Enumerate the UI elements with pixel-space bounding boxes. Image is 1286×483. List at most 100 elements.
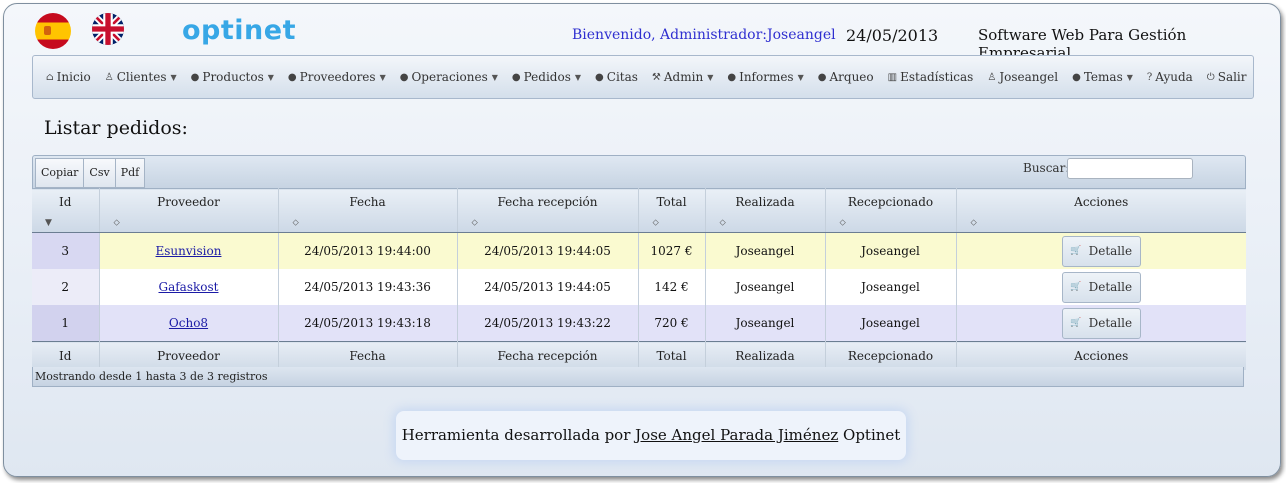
menu-item-label: Proveedores <box>299 70 376 84</box>
chart-icon: ▥ <box>887 71 898 83</box>
uk-flag-icon[interactable] <box>92 13 124 45</box>
menu-item-joseangel[interactable]: ♙ Joseangel <box>987 70 1058 84</box>
footer-header-proveedor: Proveedor <box>99 341 279 370</box>
pdf-button[interactable]: Pdf <box>114 158 146 188</box>
cell-acciones: 🛒 Detalle <box>956 305 1246 342</box>
user-icon: ♙ <box>987 71 997 83</box>
cell-fecha-recepcion: 24/05/2013 19:43:22 <box>457 305 639 342</box>
main-menu-bar: ⌂ Inicio ♙ Clientes ▼ ● Productos ▼ ● Pr… <box>32 55 1254 99</box>
sort-icon: ⬦ <box>719 218 726 228</box>
welcome-message: Bienvenido, Administrador:Joseangel <box>572 27 836 43</box>
column-header-total[interactable]: Total ⬦ <box>638 188 706 233</box>
chevron-down-icon: ▼ <box>379 72 386 82</box>
home-icon: ⌂ <box>46 71 54 83</box>
power-icon: ⏻ <box>1206 71 1215 83</box>
menu-item-ayuda[interactable]: ? Ayuda <box>1147 70 1193 84</box>
proveedor-link[interactable]: Gafaskost <box>159 280 219 294</box>
menu-item-label: Salir <box>1217 70 1247 84</box>
menu-item-estadisticas[interactable]: ▥ Estadísticas <box>888 70 974 84</box>
menu-item-label: Temas <box>1083 70 1123 84</box>
orders-table-panel: Copiar Csv Pdf Buscar: Id ▼ Proveedor ⬦ Fe… <box>32 155 1246 389</box>
bullet-icon: ● <box>190 71 200 83</box>
sort-icon: ⬦ <box>471 218 478 228</box>
cell-id: 2 <box>32 269 100 305</box>
chevron-down-icon: ▼ <box>707 72 714 82</box>
column-header-id[interactable]: Id ▼ <box>32 188 100 233</box>
bullet-icon: ● <box>287 71 297 83</box>
orders-table: Id ▼ Proveedor ⬦ Fecha ⬦ Fecha recepción ⬦ T… <box>32 188 1246 370</box>
menu-item-proveedores[interactable]: ● Proveedores ▼ <box>288 70 386 84</box>
menu-item-label: Clientes <box>116 70 167 84</box>
cell-realizada: Joseangel <box>705 232 826 269</box>
table-toolbar: Copiar Csv Pdf Buscar: <box>32 155 1246 189</box>
optinet-logo: optinet <box>182 15 296 46</box>
cell-proveedor: Esunvision <box>99 232 279 269</box>
sort-icon: ⬦ <box>652 218 659 228</box>
cart-icon: 🛒 <box>1070 282 1082 292</box>
menu-item-temas[interactable]: ● Temas ▼ <box>1072 70 1133 84</box>
footer-header-id: Id <box>32 341 100 370</box>
cell-fecha: 24/05/2013 19:43:18 <box>278 305 458 342</box>
detalle-button[interactable]: 🛒 Detalle <box>1061 307 1141 339</box>
chevron-down-icon: ▼ <box>491 72 498 82</box>
menu-item-label: Inicio <box>56 70 91 84</box>
chevron-down-icon: ▼ <box>574 72 582 82</box>
column-header-recepcionado[interactable]: Recepcionado ⬦ <box>825 188 957 233</box>
menu-item-clientes[interactable]: ♙ Clientes ▼ <box>105 70 177 84</box>
bullet-icon: ● <box>511 71 521 83</box>
bullet-icon: ● <box>727 71 737 83</box>
proveedor-link[interactable]: Ocho8 <box>169 316 208 330</box>
menu-item-admin[interactable]: ⚒ Admin ▼ <box>652 70 713 84</box>
menu-item-label: Admin <box>663 70 704 84</box>
column-header-proveedor[interactable]: Proveedor ⬦ <box>99 188 279 233</box>
cell-id: 1 <box>32 305 100 342</box>
copy-button[interactable]: Copiar <box>35 158 85 188</box>
chevron-down-icon: ▼ <box>170 72 177 82</box>
cell-recepcionado: Joseangel <box>825 269 957 305</box>
chevron-down-icon: ▼ <box>267 72 274 82</box>
cell-id: 3 <box>32 232 100 269</box>
column-header-acciones[interactable]: Acciones ⬦ <box>956 188 1246 233</box>
chevron-down-icon: ▼ <box>797 72 804 82</box>
sort-icon: ⬦ <box>839 218 846 228</box>
menu-item-informes[interactable]: ● Informes ▼ <box>727 70 803 84</box>
sort-icon: ⬦ <box>113 218 120 228</box>
spanish-flag-icon[interactable] <box>35 13 71 49</box>
footer-header-acciones: Acciones <box>956 341 1246 370</box>
cell-proveedor: Ocho8 <box>99 305 279 342</box>
menu-item-salir[interactable]: ⏻ Salir <box>1207 70 1247 84</box>
cell-fecha: 24/05/2013 19:43:36 <box>278 269 458 305</box>
sort-icon: ⬦ <box>292 218 299 228</box>
menu-item-inicio[interactable]: ⌂ Inicio <box>46 70 91 84</box>
table-row: 1 Ocho8 24/05/2013 19:43:18 24/05/2013 1… <box>32 305 1246 342</box>
menu-item-operaciones[interactable]: ● Operaciones ▼ <box>400 70 498 84</box>
menu-item-label: Joseangel <box>999 70 1059 84</box>
cell-acciones: 🛒 Detalle <box>956 232 1246 269</box>
cart-icon: 🛒 <box>1070 318 1082 328</box>
app-frame: optinet Bienvenido, Administrador:Josean… <box>3 3 1281 477</box>
search-input[interactable] <box>1067 158 1193 179</box>
footer-header-realizada: Realizada <box>705 341 826 370</box>
menu-item-pedidos[interactable]: ● Pedidos ▼ <box>512 70 581 84</box>
menu-item-label: Estadísticas <box>900 70 974 84</box>
column-header-fecha[interactable]: Fecha ⬦ <box>278 188 458 233</box>
menu-item-productos[interactable]: ● Productos ▼ <box>191 70 274 84</box>
sort-icon: ⬦ <box>970 218 977 228</box>
cell-recepcionado: Joseangel <box>825 305 957 342</box>
column-header-fecha-recepcion[interactable]: Fecha recepción ⬦ <box>457 188 639 233</box>
menu-item-label: Ayuda <box>1155 70 1193 84</box>
menu-item-citas[interactable]: ● Citas <box>595 70 638 84</box>
page-footer: Herramienta desarrollada por Jose Angel … <box>396 411 906 476</box>
detalle-button[interactable]: 🛒 Detalle <box>1061 271 1141 303</box>
column-header-realizada[interactable]: Realizada ⬦ <box>705 188 826 233</box>
proveedor-link[interactable]: Esunvision <box>156 244 222 258</box>
footer-header-fecha: Fecha <box>278 341 458 370</box>
menu-item-arqueo[interactable]: ● Arqueo <box>818 70 874 84</box>
author-link[interactable]: Jose Angel Parada Jiménez <box>635 426 838 444</box>
csv-button[interactable]: Csv <box>83 158 116 188</box>
wrench-icon: ⚒ <box>651 71 661 83</box>
detalle-button[interactable]: 🛒 Detalle <box>1061 235 1141 267</box>
bullet-icon: ● <box>1072 71 1081 83</box>
cell-total: 1027 € <box>638 232 706 269</box>
page-title: Listar pedidos: <box>44 117 188 139</box>
